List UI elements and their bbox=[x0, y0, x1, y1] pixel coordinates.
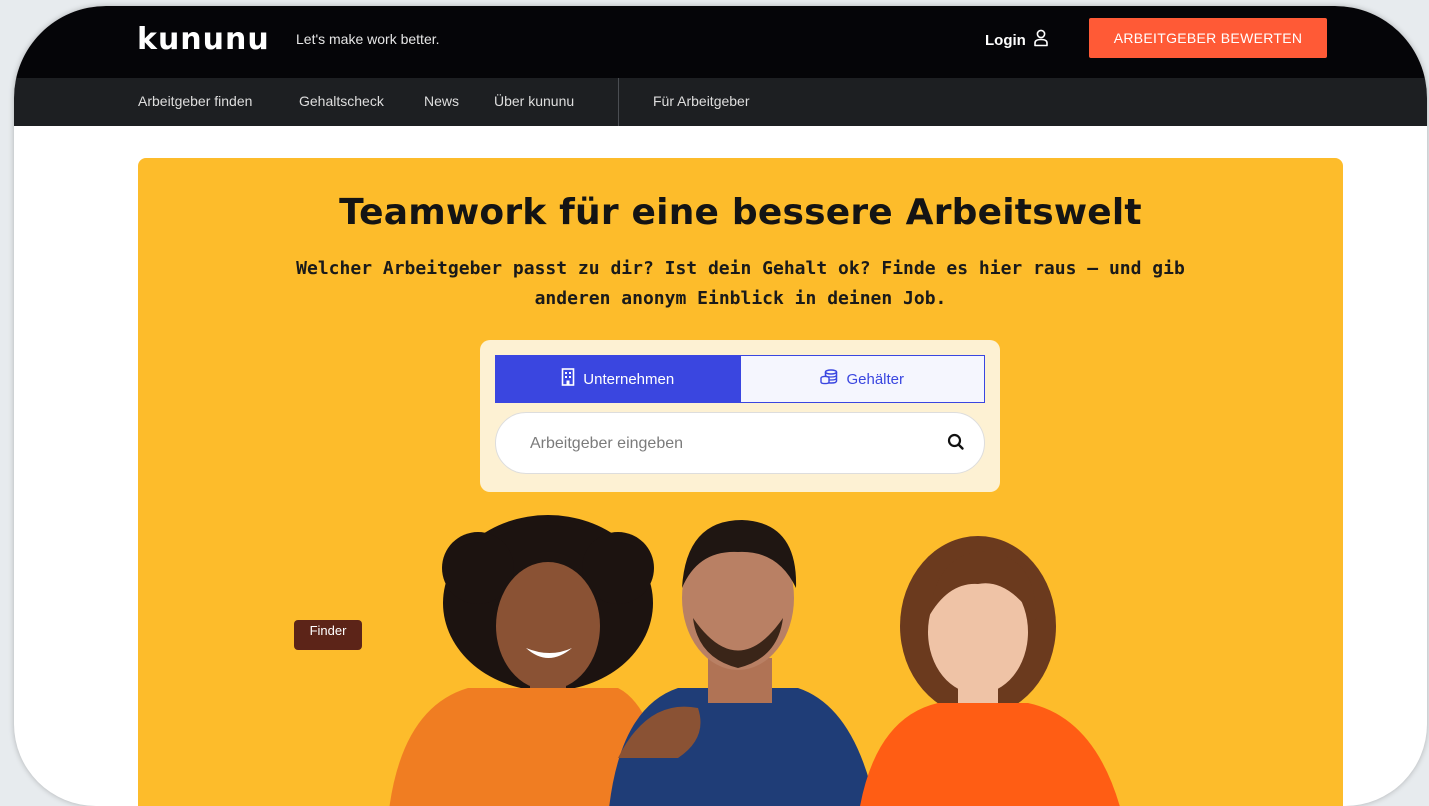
rate-employer-button[interactable]: ARBEITGEBER BEWERTEN bbox=[1089, 18, 1327, 58]
nav-item-arbeitgeber-finden[interactable]: Arbeitgeber finden bbox=[138, 93, 252, 109]
tab-unternehmen-label: Unternehmen bbox=[583, 370, 675, 388]
nav-item-gehaltscheck[interactable]: Gehaltscheck bbox=[299, 93, 384, 109]
login-label: Login bbox=[985, 31, 1026, 49]
building-icon bbox=[561, 368, 575, 390]
hero-section: Teamwork für eine bessere Arbeitswelt We… bbox=[138, 158, 1343, 806]
nav-item-news[interactable]: News bbox=[424, 93, 459, 109]
nav-item-fuer-arbeitgeber[interactable]: Für Arbeitgeber bbox=[653, 93, 750, 109]
nav-item-ueber-kununu[interactable]: Über kununu bbox=[494, 93, 574, 109]
hero-people-photo bbox=[389, 515, 1120, 806]
tab-gehaelter[interactable]: Gehälter bbox=[740, 355, 985, 403]
search-card: Unternehmen Gehälter bbox=[480, 340, 1000, 492]
top-bar: kununu Let's make work better. Login ARB… bbox=[14, 6, 1427, 78]
search-icon[interactable] bbox=[946, 432, 966, 457]
nav-divider bbox=[618, 78, 619, 126]
search-tabs: Unternehmen Gehälter bbox=[495, 355, 985, 403]
main-nav: Arbeitgeber finden Gehaltscheck News Übe… bbox=[14, 78, 1427, 126]
employer-search-input[interactable] bbox=[528, 413, 922, 475]
tab-unternehmen[interactable]: Unternehmen bbox=[495, 355, 741, 403]
login-link[interactable]: Login bbox=[985, 29, 1048, 51]
user-icon bbox=[1034, 29, 1048, 51]
person-right bbox=[860, 536, 1120, 806]
hero-subline: Welcher Arbeitgeber passt zu dir? Ist de… bbox=[296, 258, 1185, 309]
search-box bbox=[495, 412, 985, 475]
coins-icon bbox=[820, 369, 838, 389]
browser-frame: kununu Let's make work better. Login ARB… bbox=[14, 6, 1427, 806]
kununu-logo[interactable]: kununu bbox=[137, 22, 270, 57]
tagline: Let's make work better. bbox=[296, 31, 440, 47]
tab-gehaelter-label: Gehälter bbox=[846, 370, 905, 388]
finder-tooltip: Finder bbox=[294, 620, 362, 650]
hero-headline: Teamwork für eine bessere Arbeitswelt bbox=[339, 192, 1142, 233]
